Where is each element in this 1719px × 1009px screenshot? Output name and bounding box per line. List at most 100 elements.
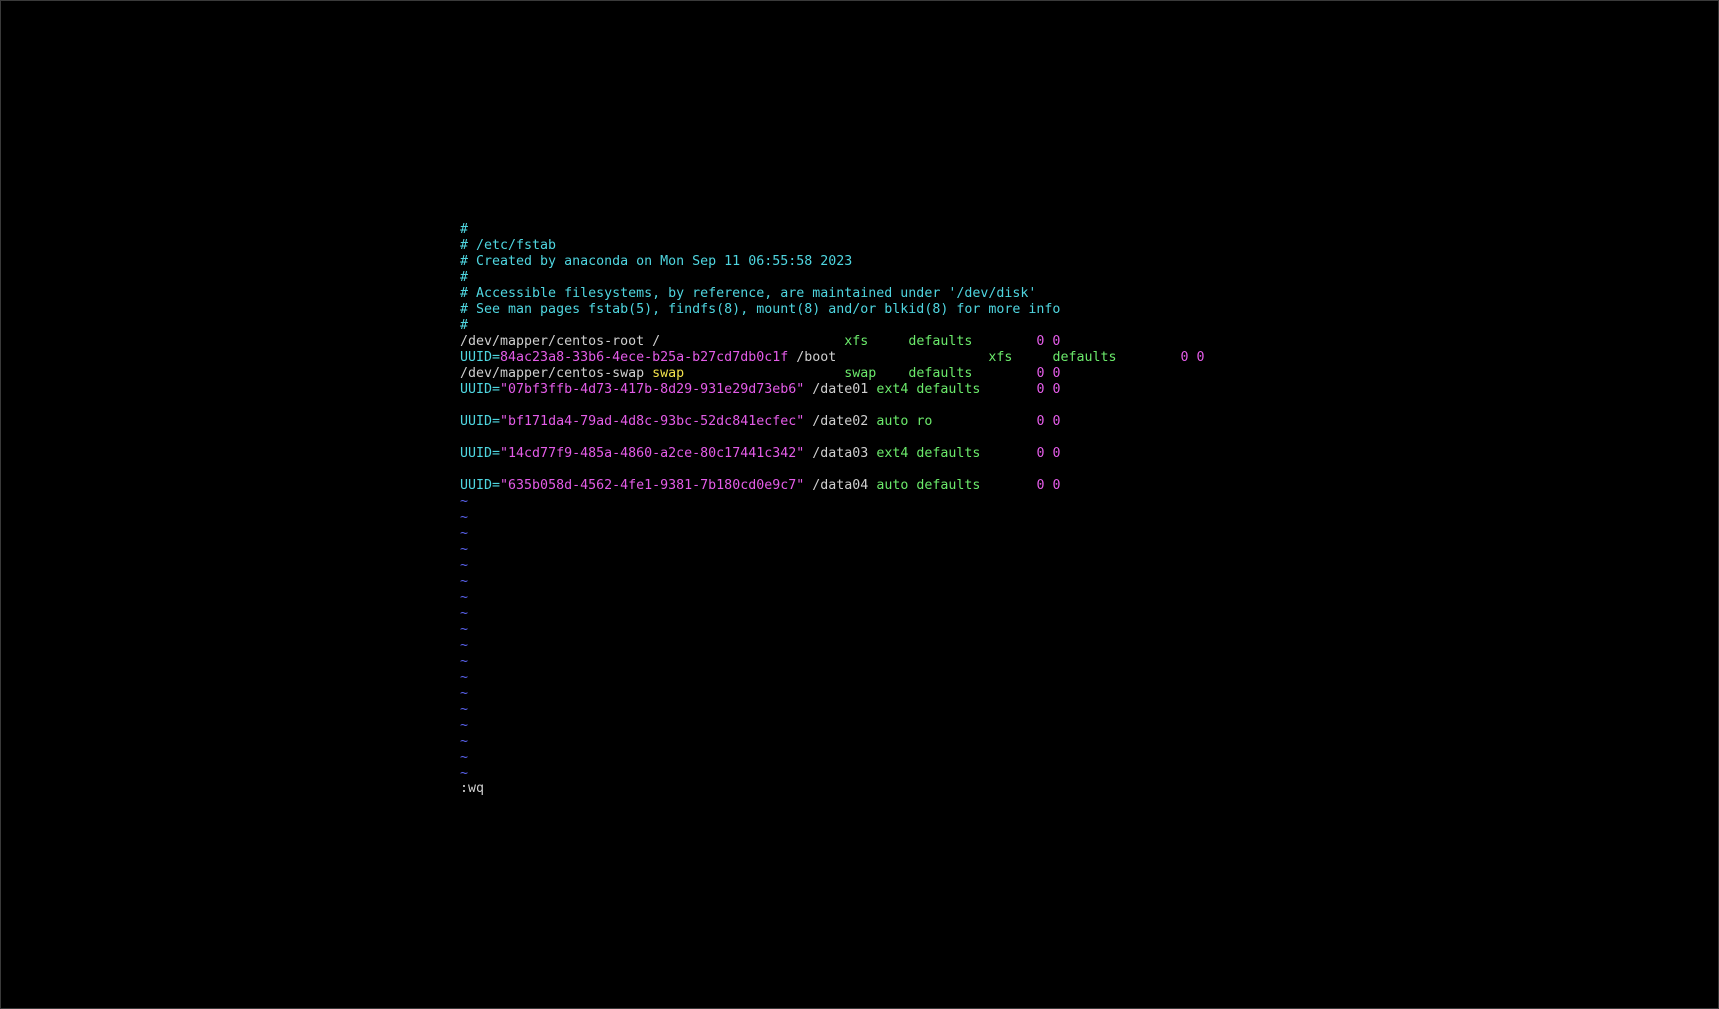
token-keyword: ext4: [876, 446, 909, 461]
tilde-marker: ~: [460, 734, 469, 749]
token-comment: UUID=: [460, 382, 501, 397]
buffer-line[interactable]: UUID="07bf3ffb-4d73-417b-8d29-931e29d73e…: [460, 382, 1205, 398]
empty-line-marker[interactable]: ~: [460, 654, 1205, 670]
token-keyword: xfs: [988, 350, 1013, 365]
token-comment: UUID=: [460, 446, 501, 461]
buffer-line[interactable]: [460, 462, 1205, 478]
token-text: /data04: [804, 478, 877, 493]
token-magenta: 0 0: [1036, 334, 1061, 349]
buffer-line[interactable]: [460, 430, 1205, 446]
tilde-marker: ~: [460, 670, 469, 685]
buffer-line[interactable]: UUID="635b058d-4562-4fe1-9381-7b180cd0e9…: [460, 478, 1205, 494]
tilde-marker: ~: [460, 622, 469, 637]
token-comment: UUID=: [460, 414, 501, 429]
empty-line-marker[interactable]: ~: [460, 734, 1205, 750]
vim-command-line[interactable]: :wq: [460, 781, 484, 797]
buffer-line[interactable]: [460, 398, 1205, 414]
token-keyword: defaults: [1052, 350, 1117, 365]
buffer-line[interactable]: # /etc/fstab: [460, 238, 1205, 254]
token-magenta: "07bf3ffb-4d73-417b-8d29-931e29d73eb6": [500, 382, 805, 397]
empty-line-marker[interactable]: ~: [460, 494, 1205, 510]
token-keyword: xfs: [844, 334, 869, 349]
token-comment: # Accessible filesystems, by reference, …: [460, 286, 1037, 301]
token-keyword: auto: [876, 478, 909, 493]
token-keyword: auto: [876, 414, 909, 429]
token-keyword: defaults: [916, 446, 981, 461]
token-comment: UUID=: [460, 350, 501, 365]
token-text: /dev/mapper/centos-root /: [460, 334, 845, 349]
empty-line-marker[interactable]: ~: [460, 574, 1205, 590]
token-magenta: 0 0: [1180, 350, 1205, 365]
empty-line-marker[interactable]: ~: [460, 510, 1205, 526]
empty-line-marker[interactable]: ~: [460, 558, 1205, 574]
token-text: /date01: [804, 382, 877, 397]
token-comment: #: [460, 318, 469, 333]
token-magenta: 0 0: [1036, 366, 1061, 381]
vim-buffer[interactable]: # # /etc/fstab # Created by anaconda on Mo…: [460, 222, 1205, 782]
token-yellow: swap: [652, 366, 685, 381]
buffer-line[interactable]: UUID="bf171da4-79ad-4d8c-93bc-52dc841ecf…: [460, 414, 1205, 430]
tilde-marker: ~: [460, 686, 469, 701]
tilde-marker: ~: [460, 526, 469, 541]
token-keyword: swap: [844, 366, 877, 381]
empty-line-marker[interactable]: ~: [460, 702, 1205, 718]
tilde-marker: ~: [460, 750, 469, 765]
token-keyword: defaults: [916, 382, 981, 397]
tilde-marker: ~: [460, 702, 469, 717]
empty-line-marker[interactable]: ~: [460, 622, 1205, 638]
token-magenta: 0 0: [1036, 478, 1061, 493]
tilde-marker: ~: [460, 654, 469, 669]
empty-line-marker[interactable]: ~: [460, 718, 1205, 734]
buffer-line[interactable]: UUID=84ac23a8-33b6-4ece-b25a-b27cd7db0c1…: [460, 350, 1205, 366]
tilde-marker: ~: [460, 718, 469, 733]
token-comment: # See man pages fstab(5), findfs(8), mou…: [460, 302, 1061, 317]
token-comment: #: [460, 270, 469, 285]
buffer-line[interactable]: #: [460, 318, 1205, 334]
token-keyword: defaults: [908, 366, 973, 381]
token-magenta: "bf171da4-79ad-4d8c-93bc-52dc841ecfec": [500, 414, 805, 429]
tilde-marker: ~: [460, 510, 469, 525]
token-text: /dev/mapper/centos-swap: [460, 366, 653, 381]
tilde-marker: ~: [460, 590, 469, 605]
empty-line-marker[interactable]: ~: [460, 686, 1205, 702]
token-comment: #: [460, 222, 469, 237]
token-text: /date02: [804, 414, 877, 429]
tilde-marker: ~: [460, 574, 469, 589]
buffer-line[interactable]: # Accessible filesystems, by reference, …: [460, 286, 1205, 302]
token-text: /boot: [788, 350, 989, 365]
empty-line-marker[interactable]: ~: [460, 606, 1205, 622]
buffer-line[interactable]: #: [460, 270, 1205, 286]
empty-line-marker[interactable]: ~: [460, 590, 1205, 606]
empty-line-marker[interactable]: ~: [460, 670, 1205, 686]
empty-line-marker[interactable]: ~: [460, 750, 1205, 766]
token-comment: # /etc/fstab: [460, 238, 557, 253]
empty-line-marker[interactable]: ~: [460, 638, 1205, 654]
token-magenta: 0 0: [1036, 414, 1061, 429]
token-comment: # Created by anaconda on Mon Sep 11 06:5…: [460, 254, 853, 269]
empty-line-marker[interactable]: ~: [460, 526, 1205, 542]
tilde-marker: ~: [460, 606, 469, 621]
buffer-line[interactable]: # See man pages fstab(5), findfs(8), mou…: [460, 302, 1205, 318]
buffer-line[interactable]: UUID="14cd77f9-485a-4860-a2ce-80c17441c3…: [460, 446, 1205, 462]
buffer-line[interactable]: /dev/mapper/centos-root / xfs defaults 0…: [460, 334, 1205, 350]
buffer-line[interactable]: # Created by anaconda on Mon Sep 11 06:5…: [460, 254, 1205, 270]
buffer-line[interactable]: #: [460, 222, 1205, 238]
terminal-window[interactable]: # # /etc/fstab # Created by anaconda on Mo…: [0, 0, 1719, 1009]
empty-line-marker[interactable]: ~: [460, 766, 1205, 782]
tilde-marker: ~: [460, 558, 469, 573]
empty-line-marker[interactable]: ~: [460, 542, 1205, 558]
tilde-marker: ~: [460, 542, 469, 557]
token-comment: UUID=: [460, 478, 501, 493]
token-keyword: ext4: [876, 382, 909, 397]
token-magenta: "635b058d-4562-4fe1-9381-7b180cd0e9c7": [500, 478, 805, 493]
token-magenta: 84ac23a8-33b6-4ece-b25a-b27cd7db0c1f: [500, 350, 789, 365]
buffer-line[interactable]: /dev/mapper/centos-swap swap swap defaul…: [460, 366, 1205, 382]
